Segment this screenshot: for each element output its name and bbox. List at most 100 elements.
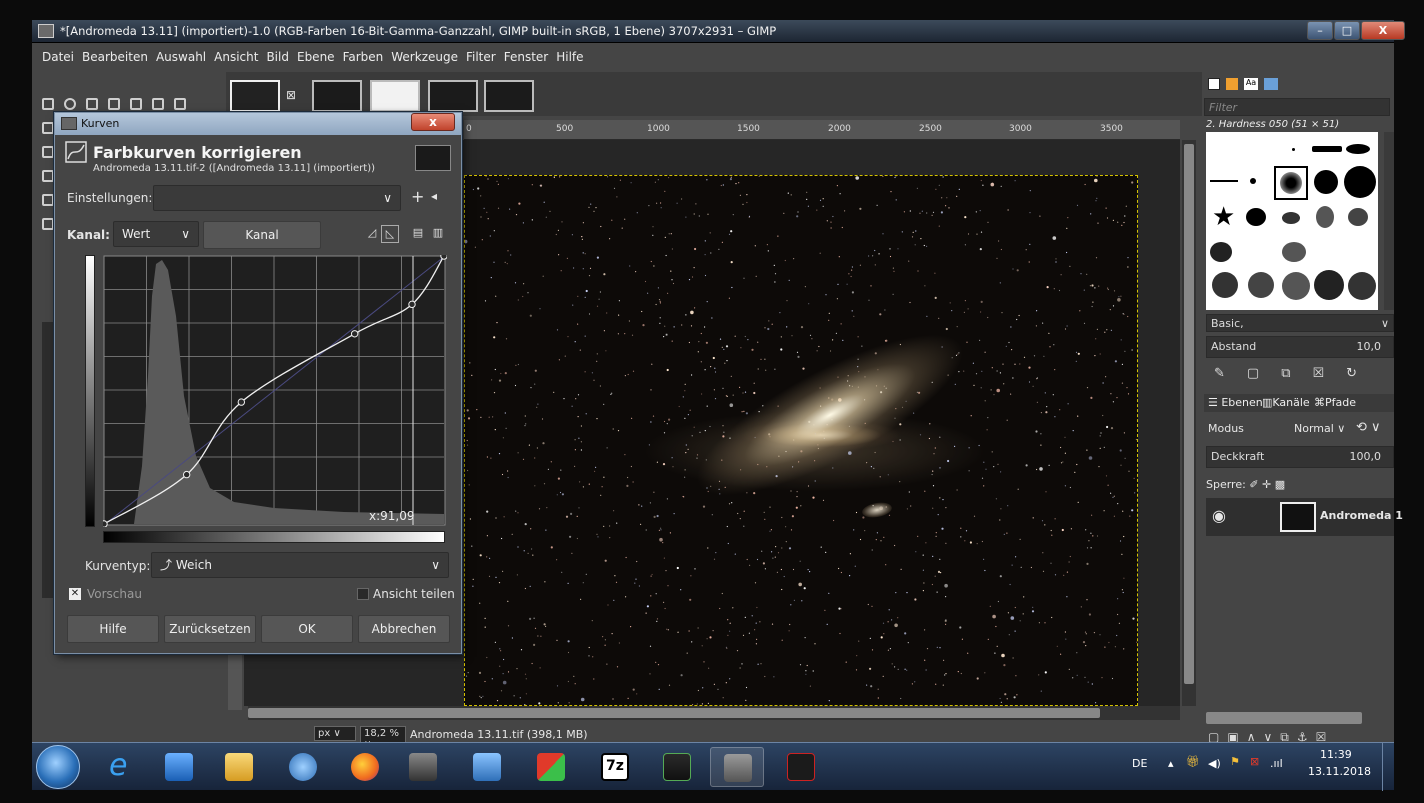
horizontal-scroll-thumb[interactable] — [248, 708, 1100, 718]
taskbar-app-blue[interactable] — [276, 747, 330, 787]
help-button[interactable]: Hilfe — [67, 615, 159, 643]
brush-item[interactable] — [1346, 144, 1370, 154]
dialog-close-button[interactable]: x — [411, 113, 455, 131]
histogram-scale-icon[interactable]: ▤ — [409, 225, 427, 243]
menu-bearbeiten[interactable]: Bearbeiten — [78, 43, 152, 72]
curve-control-point[interactable] — [350, 330, 359, 338]
dialog-titlebar[interactable]: Kurven x — [55, 113, 461, 135]
layer-row[interactable]: ◉ Andromeda 1 — [1206, 498, 1403, 536]
image-thumbnail-andromeda[interactable] — [230, 80, 280, 112]
red-tray-icon[interactable]: ⊠ — [1250, 755, 1259, 768]
edit-brush-icon[interactable]: ✎ — [1214, 366, 1247, 381]
unit-select[interactable]: px ∨ — [314, 726, 356, 741]
opacity-slider[interactable]: Deckkraft 100,0 — [1206, 446, 1394, 468]
brush-item[interactable] — [1282, 272, 1310, 300]
fuzzy-select-tool-icon[interactable] — [108, 98, 120, 110]
tab-pfade[interactable]: ⌘Pfade — [1314, 396, 1356, 409]
log-histogram-icon[interactable]: ◺ — [381, 225, 399, 243]
brush-tab-icon[interactable] — [1208, 78, 1220, 90]
taskbar-ie[interactable]: e — [96, 747, 150, 787]
preview-checkbox[interactable]: ✕ — [69, 588, 81, 600]
curve-type-select[interactable]: ⤴ Weich ∨ — [151, 552, 449, 578]
brush-filter-input[interactable]: Filter — [1204, 98, 1390, 116]
taskbar-control-panel[interactable] — [460, 747, 514, 787]
eye-icon[interactable]: ◉ — [1212, 506, 1226, 525]
brush-item[interactable] — [1314, 270, 1344, 300]
taskbar-media[interactable] — [152, 747, 206, 787]
scissors-tool-icon[interactable] — [152, 98, 164, 110]
maximize-button[interactable]: □ — [1334, 21, 1360, 40]
brush-grid[interactable]: ★ — [1206, 132, 1378, 310]
brush-item[interactable] — [1282, 242, 1306, 262]
clock-date[interactable]: 13.11.2018 — [1308, 765, 1371, 778]
taskbar-app-green-red[interactable] — [524, 747, 578, 787]
curve-control-point[interactable] — [408, 300, 416, 309]
brush-item[interactable] — [1348, 208, 1368, 226]
rect-select-tool-icon[interactable] — [42, 98, 54, 110]
pattern-tab-icon[interactable] — [1226, 78, 1238, 90]
volume-icon[interactable]: ◀) — [1208, 757, 1221, 770]
refresh-brushes-icon[interactable]: ↻ — [1346, 366, 1379, 381]
menu-werkzeuge[interactable]: Werkzeuge — [387, 43, 462, 72]
image-thumbnail-2[interactable] — [312, 80, 362, 112]
close-window-button[interactable]: X — [1361, 21, 1405, 40]
tray-gift-icon[interactable]: 🎁︎ — [1186, 755, 1200, 768]
duplicate-brush-icon[interactable]: ⧉ — [1281, 366, 1312, 381]
brush-item[interactable] — [1210, 180, 1238, 182]
brush-item[interactable] — [1344, 166, 1376, 198]
brush-item[interactable] — [1316, 206, 1334, 228]
brush-item[interactable] — [1312, 146, 1342, 152]
brush-grid-scrollbar[interactable] — [1384, 132, 1394, 310]
cancel-button[interactable]: Abbrechen — [358, 615, 450, 643]
brush-item[interactable] — [1282, 212, 1300, 224]
menu-ebene[interactable]: Ebene — [293, 43, 339, 72]
menu-hilfe[interactable]: Hilfe — [552, 43, 587, 72]
lock-pixels-icon[interactable]: ✐ — [1249, 478, 1258, 491]
brush-item[interactable] — [1248, 272, 1274, 298]
curve-control-point[interactable] — [182, 470, 191, 479]
taskbar-app-red[interactable] — [774, 747, 828, 787]
linear-histogram-icon[interactable]: ◿ — [363, 225, 381, 243]
reset-button[interactable]: Zurücksetzen — [164, 615, 256, 643]
tray-arrow-icon[interactable]: ▴ — [1168, 757, 1174, 770]
brush-item[interactable] — [1212, 272, 1238, 298]
menu-ansicht[interactable]: Ansicht — [210, 43, 262, 72]
split-view-checkbox[interactable] — [357, 588, 369, 600]
image-thumbnail-4[interactable] — [428, 80, 478, 112]
menu-fenster[interactable]: Fenster — [500, 43, 553, 72]
taskbar-gimp[interactable] — [710, 747, 764, 787]
vertical-scrollbar[interactable] — [1182, 140, 1196, 706]
reset-channel-button[interactable]: Kanal zurücksetzen — [203, 221, 321, 268]
horizontal-scrollbar[interactable] — [248, 706, 1180, 720]
clock-time[interactable]: 11:39 — [1320, 748, 1352, 761]
add-preset-icon[interactable]: + — [411, 187, 424, 206]
image-thumbnail-5[interactable] — [484, 80, 534, 112]
network-icon[interactable]: .ııl — [1270, 757, 1283, 770]
brush-item[interactable] — [1250, 178, 1256, 184]
curve-control-point[interactable] — [103, 520, 108, 527]
spacing-slider[interactable]: Abstand 10,0 — [1206, 336, 1394, 358]
menu-bild[interactable]: Bild — [262, 43, 293, 72]
free-select-tool-icon[interactable] — [86, 98, 98, 110]
document-tab-icon[interactable] — [1264, 78, 1278, 90]
minimize-button[interactable]: – — [1307, 21, 1333, 40]
path-tool-icon[interactable] — [42, 122, 54, 134]
lock-alpha-icon[interactable]: ▩ — [1275, 478, 1285, 491]
curve-control-point[interactable] — [237, 398, 246, 406]
histogram-scale-alt-icon[interactable]: ▥ — [429, 225, 447, 243]
action-center-icon[interactable]: ⚑ — [1230, 755, 1240, 768]
delete-brush-icon[interactable]: ☒ — [1313, 366, 1347, 381]
vertical-scroll-thumb[interactable] — [1184, 144, 1194, 684]
curve-control-point[interactable] — [440, 255, 447, 260]
start-button[interactable] — [36, 745, 80, 789]
brush-item[interactable] — [1246, 208, 1266, 226]
thumbnail-close-icon[interactable]: ⊠ — [286, 88, 296, 102]
brush-item-selected[interactable] — [1280, 172, 1302, 194]
tab-kanaele[interactable]: ▥Kanäle — [1262, 396, 1310, 409]
color-select-tool-icon[interactable] — [130, 98, 142, 110]
layers-scrollbar[interactable] — [1206, 712, 1362, 724]
menu-filter[interactable]: Filter — [462, 43, 500, 72]
font-tab-icon[interactable]: Aa — [1244, 78, 1258, 90]
language-indicator[interactable]: DE — [1132, 757, 1147, 770]
settings-select[interactable]: ∨ — [153, 185, 401, 211]
